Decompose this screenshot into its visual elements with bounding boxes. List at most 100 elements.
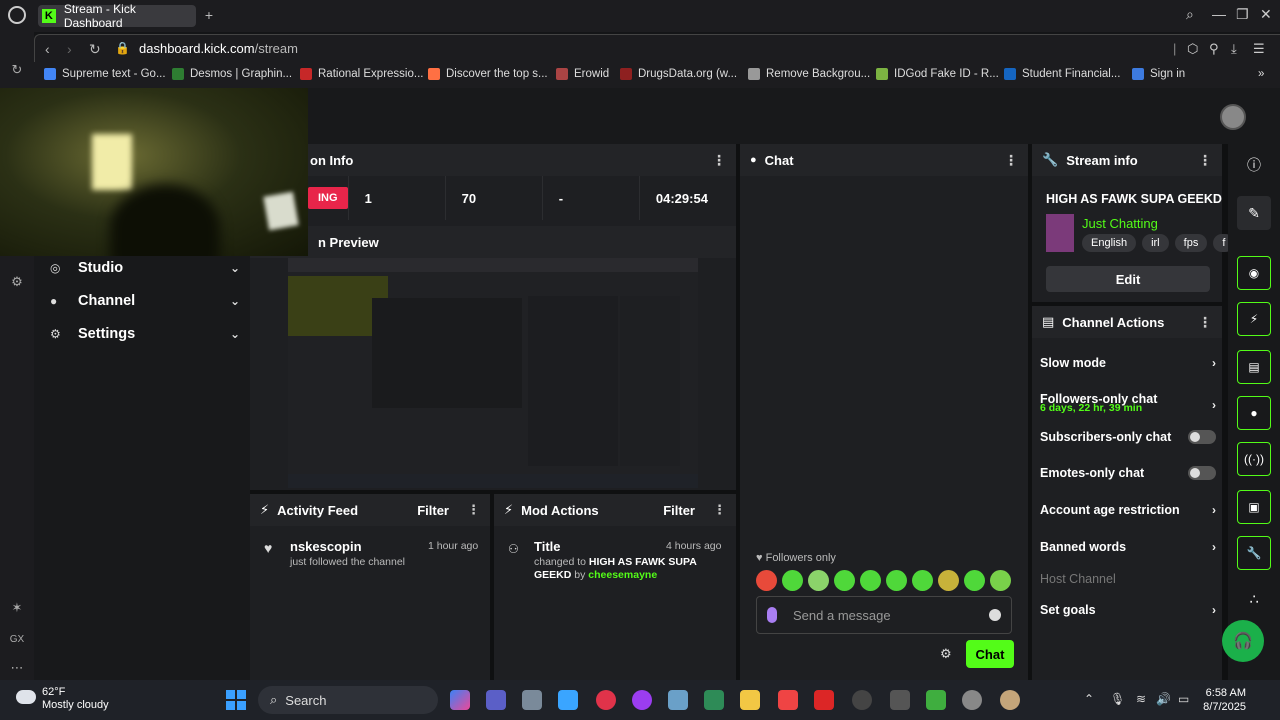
more-icon[interactable]: ⋮ <box>1004 152 1018 169</box>
more-icon[interactable]: ⋮ <box>467 502 480 518</box>
clip-icon[interactable]: ▣ <box>1237 490 1271 524</box>
nav-settings[interactable]: ⚙ Settings ⌄ <box>50 322 240 346</box>
extensions-icon[interactable]: ⬡ <box>1187 41 1198 57</box>
activity-filter-button[interactable]: Filter <box>417 503 449 518</box>
bookmark-8[interactable]: Student Financial... <box>1004 68 1120 80</box>
more-icon[interactable]: ⋯ <box>9 660 25 676</box>
mod-filter-button[interactable]: Filter <box>663 503 695 518</box>
lightning-icon[interactable]: ⚡ <box>1237 302 1271 336</box>
nav-channel[interactable]: ● Channel ⌄ <box>50 289 240 313</box>
taskbar-search[interactable]: ⌕ Search <box>258 686 438 714</box>
emote[interactable] <box>756 570 777 591</box>
wrench-icon[interactable]: 🔧 <box>1237 536 1271 570</box>
more-icon[interactable]: ⋮ <box>1198 314 1212 331</box>
emotes-only-toggle[interactable] <box>1188 466 1216 480</box>
account-age-row[interactable]: Account age restriction › <box>1040 503 1216 517</box>
user-avatar[interactable] <box>1220 104 1246 130</box>
bookmark-1[interactable]: Desmos | Graphin... <box>172 68 292 80</box>
restore-button[interactable]: ❐ <box>1236 6 1249 23</box>
bookmark-4[interactable]: Erowid <box>556 68 609 80</box>
taskbar-clock[interactable]: 6:58 AM 8/7/2025 <box>1200 686 1246 714</box>
app-icon[interactable] <box>962 690 982 710</box>
edit-icon[interactable]: ✎ <box>1237 196 1271 230</box>
emote[interactable] <box>860 570 881 591</box>
download-icon[interactable]: ⤓ <box>1231 41 1237 57</box>
emote[interactable] <box>964 570 985 591</box>
bookmark-7[interactable]: IDGod Fake ID - R... <box>876 68 999 80</box>
emote[interactable] <box>990 570 1011 591</box>
bookmark-0[interactable]: Supreme text - Go... <box>44 68 166 80</box>
emote[interactable] <box>886 570 907 591</box>
obs-icon[interactable] <box>852 690 872 710</box>
bookmark-5[interactable]: DrugsData.org (w... <box>620 68 737 80</box>
app-icon[interactable] <box>1000 690 1020 710</box>
bookmark-6[interactable]: Remove Backgrou... <box>748 68 870 80</box>
emote[interactable] <box>782 570 803 591</box>
flow-icon[interactable]: ✶ <box>9 600 25 616</box>
more-icon[interactable]: ⋮ <box>713 502 726 518</box>
volume-icon[interactable]: 🔊 <box>1156 692 1171 706</box>
chat-settings-icon[interactable]: ⚙ <box>940 646 952 662</box>
account-icon[interactable]: ⚲ <box>1209 41 1219 57</box>
app-icon[interactable] <box>778 690 798 710</box>
slow-mode-row[interactable]: Slow mode › <box>1040 356 1216 370</box>
settings-app-icon[interactable] <box>522 690 542 710</box>
emote[interactable] <box>834 570 855 591</box>
opera-gx-logo-icon[interactable] <box>8 6 26 24</box>
show-hidden-icons[interactable]: ⌃ <box>1084 692 1094 706</box>
refresh-sidebar-icon[interactable]: ↻ <box>9 62 25 78</box>
photos-icon[interactable] <box>668 690 688 710</box>
vpn-icon[interactable] <box>558 690 578 710</box>
emote[interactable] <box>938 570 959 591</box>
file-explorer-icon[interactable] <box>740 690 760 710</box>
battery-icon[interactable]: ▭ <box>1178 692 1189 706</box>
settings-gear-icon[interactable]: ⚙ <box>9 274 25 290</box>
more-icon[interactable]: ⋮ <box>1198 152 1212 169</box>
minimize-button[interactable]: — <box>1212 6 1226 22</box>
nav-studio[interactable]: ◎ Studio ⌄ <box>50 256 240 280</box>
chat-icon[interactable]: ● <box>1237 396 1271 430</box>
chat-message-input[interactable]: Send a message <box>756 596 1012 634</box>
mod-item-user[interactable]: cheesemayne <box>588 569 657 581</box>
edit-stream-button[interactable]: Edit <box>1046 266 1210 292</box>
chat-send-button[interactable]: Chat <box>966 640 1014 668</box>
broadcast-icon[interactable]: ((·)) <box>1237 442 1271 476</box>
forward-icon[interactable]: › <box>67 41 72 57</box>
bookmark-3[interactable]: Discover the top s... <box>428 68 548 80</box>
wifi-icon[interactable]: ≋ <box>1136 692 1146 706</box>
reload-icon[interactable]: ↻ <box>89 41 101 58</box>
share-icon[interactable]: ∴ <box>1237 582 1271 616</box>
emote[interactable] <box>912 570 933 591</box>
url-field[interactable]: dashboard.kick.com/stream <box>139 41 298 56</box>
teams-icon[interactable] <box>486 690 506 710</box>
charts-icon[interactable] <box>704 690 724 710</box>
camera-icon[interactable]: ◉ <box>1237 256 1271 290</box>
microphone-icon[interactable] <box>767 607 777 623</box>
minecraft-icon[interactable] <box>926 690 946 710</box>
support-headset-icon[interactable]: 🎧 <box>1222 620 1264 662</box>
app-icon[interactable] <box>890 690 910 710</box>
bookmark-2[interactable]: Rational Expressio... <box>300 68 423 80</box>
info-icon[interactable]: ⓘ <box>1237 148 1271 182</box>
app-icon[interactable] <box>814 690 834 710</box>
subscribers-only-toggle[interactable] <box>1188 430 1216 444</box>
microphone-icon[interactable]: 🎙 <box>1110 692 1125 706</box>
set-goals-row[interactable]: Set goals › <box>1040 603 1216 617</box>
copilot-icon[interactable] <box>450 690 470 710</box>
menu-icon[interactable]: ☰ <box>1253 41 1265 57</box>
weather-widget[interactable]: 62°F Mostly cloudy <box>16 686 109 712</box>
new-tab-button[interactable]: + <box>202 8 216 22</box>
tab-kick-dashboard[interactable]: K Stream - Kick Dashboard <box>38 2 196 30</box>
activity-item-user[interactable]: nskescopin <box>290 539 362 554</box>
bookmarks-more-icon[interactable]: » <box>1258 68 1264 80</box>
banned-words-row[interactable]: Banned words › <box>1040 540 1216 554</box>
app-icon[interactable] <box>632 690 652 710</box>
back-icon[interactable]: ‹ <box>45 41 50 57</box>
document-icon[interactable]: ▤ <box>1237 350 1271 384</box>
stream-preview-video[interactable] <box>288 258 698 488</box>
bookmark-9[interactable]: Sign in <box>1132 68 1185 80</box>
emote[interactable] <box>808 570 829 591</box>
more-icon[interactable]: ⋮ <box>712 152 726 169</box>
start-button[interactable] <box>226 690 246 710</box>
search-icon[interactable]: ⌕ <box>1186 6 1194 23</box>
